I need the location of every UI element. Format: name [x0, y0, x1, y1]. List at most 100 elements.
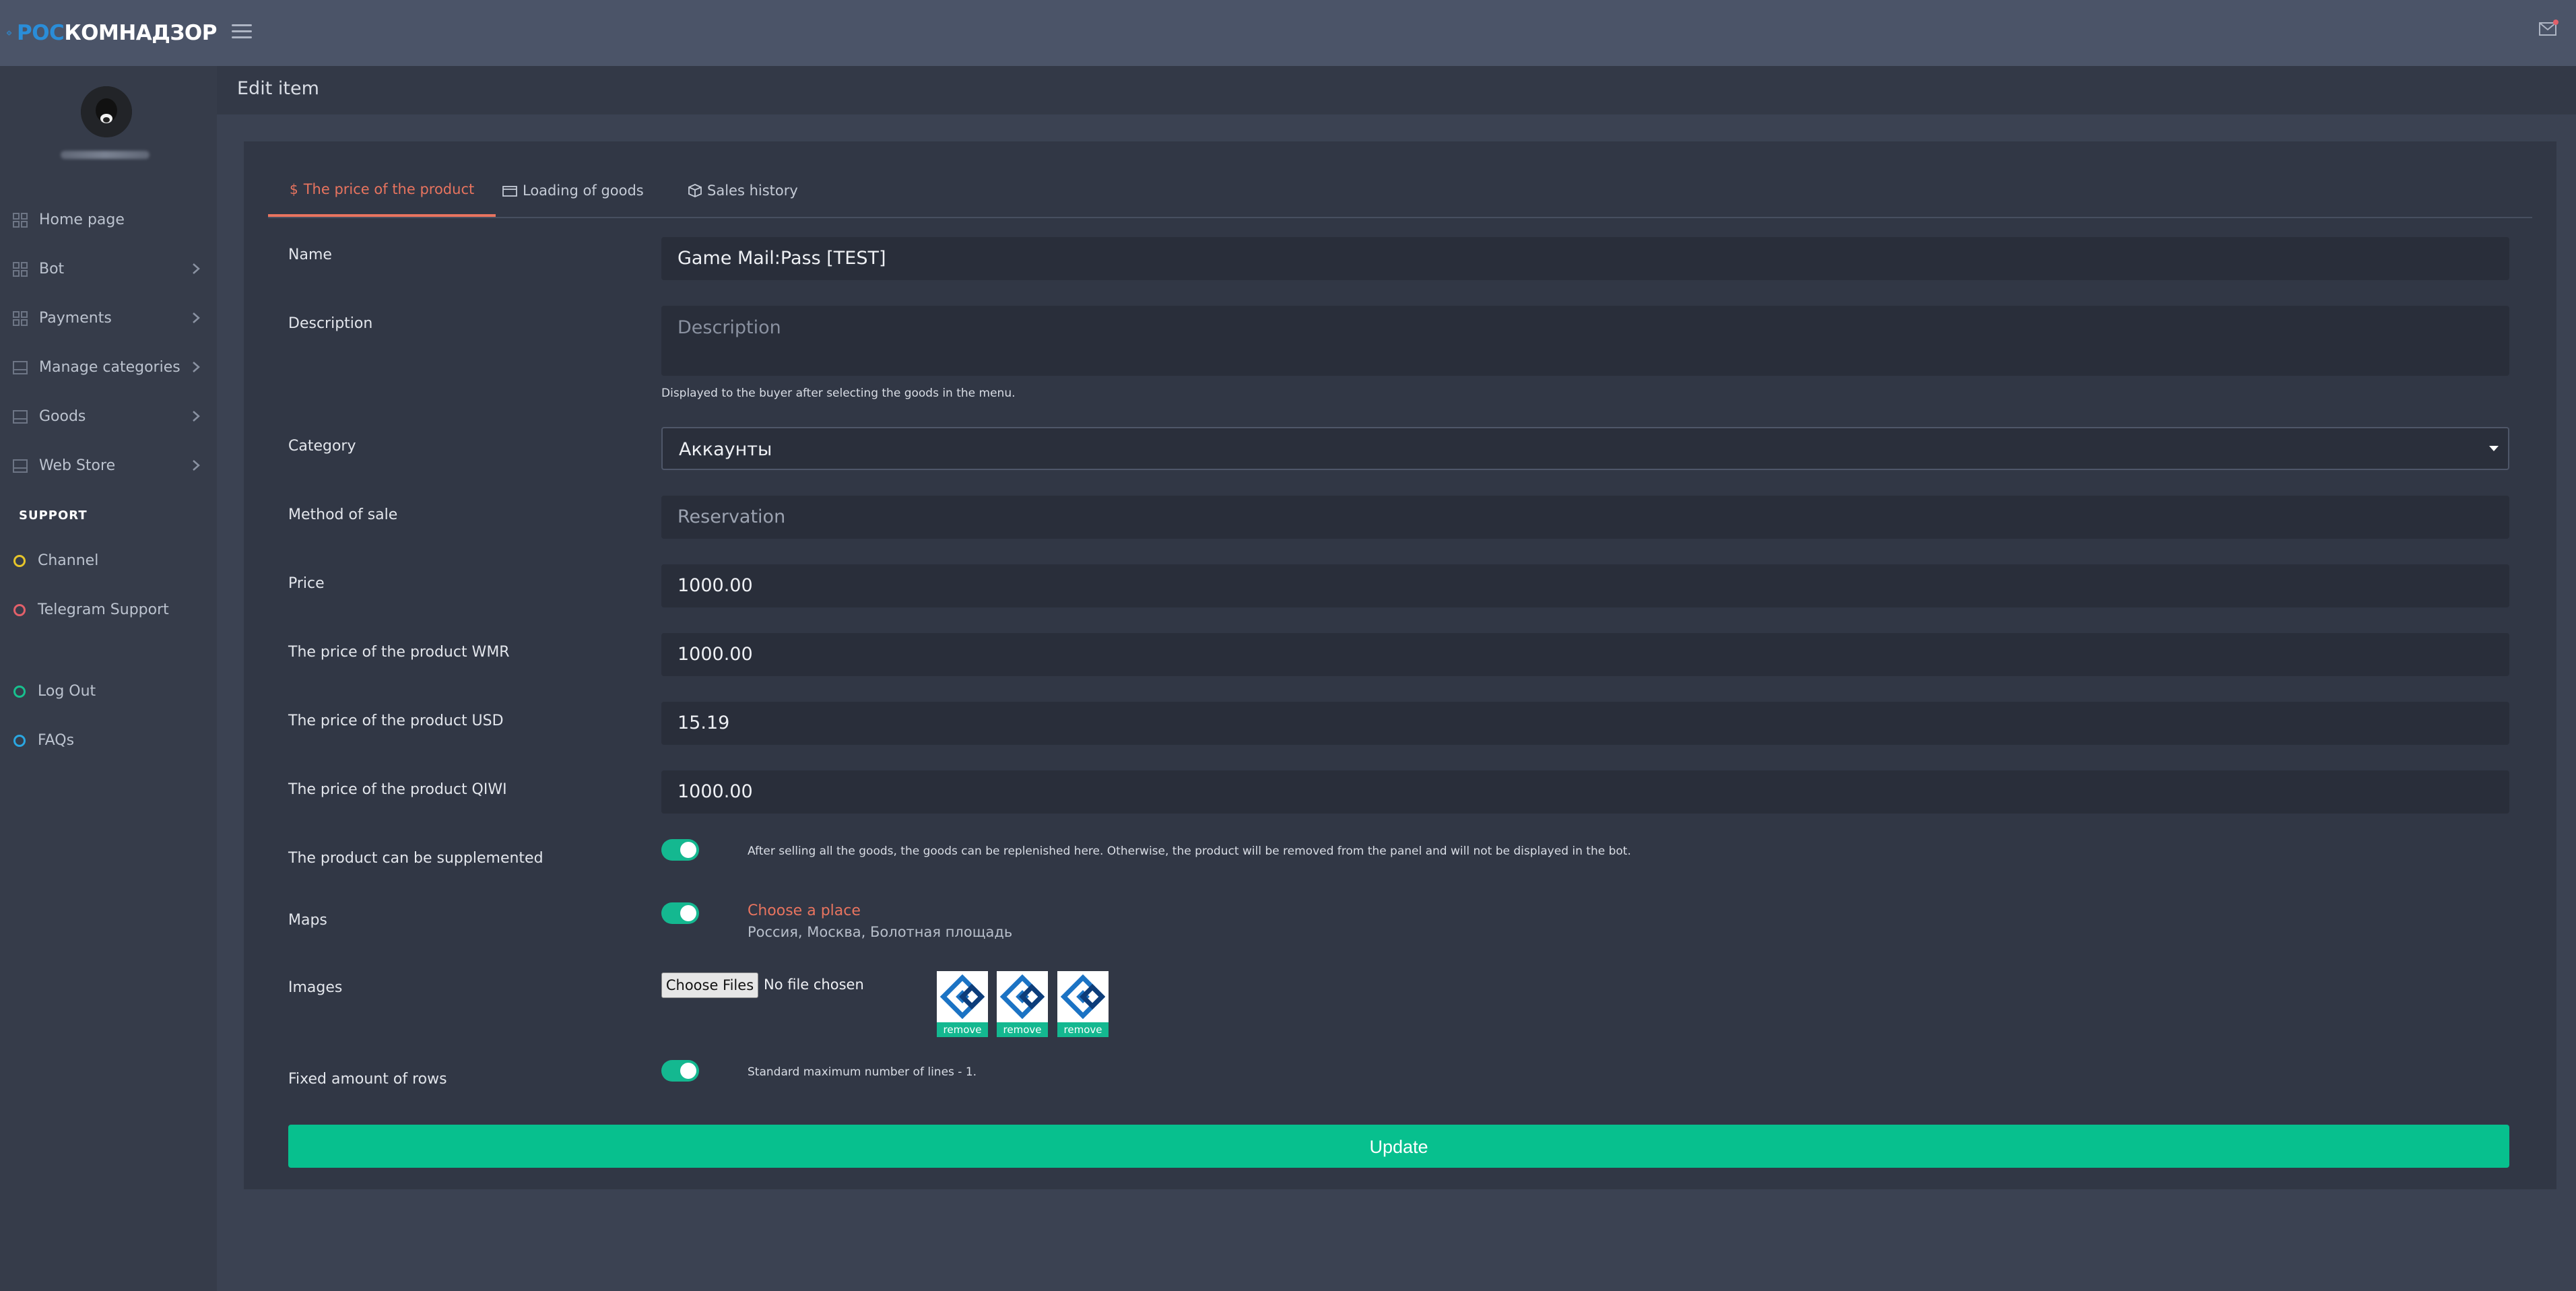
- top-bar: РОСКОМНАДЗОР: [0, 0, 2576, 66]
- sidebar-item-label: Payments: [39, 310, 112, 327]
- logo-mark-icon: [7, 30, 11, 36]
- logo-thumb-icon: [940, 974, 985, 1019]
- sidebar-item-goods[interactable]: Goods: [0, 392, 217, 441]
- sidebar-item-label: FAQs: [38, 732, 75, 749]
- sidebar-nav: Home page Bot Payments Manage categories…: [0, 195, 217, 765]
- price-wmr-label: The price of the product WMR: [288, 644, 510, 661]
- chevron-right-icon: [193, 411, 200, 422]
- ring-icon: [13, 554, 26, 567]
- grid-icon: [13, 310, 28, 326]
- folder-icon: [502, 186, 517, 197]
- map-address: Россия, Москва, Болотная площадь: [748, 924, 1013, 940]
- sidebar-item-log-out[interactable]: Log Out: [0, 667, 217, 716]
- ring-icon: [13, 603, 26, 616]
- description-hint: Displayed to the buyer after selecting t…: [661, 387, 1016, 400]
- sidebar-item-telegram-support[interactable]: Telegram Support: [0, 585, 217, 634]
- sidebar-item-web-store[interactable]: Web Store: [0, 441, 217, 490]
- avatar[interactable]: [81, 86, 132, 137]
- chevron-right-icon: [193, 362, 200, 372]
- choose-place-link[interactable]: Choose a place: [748, 902, 861, 919]
- supplement-hint: After selling all the goods, the goods c…: [748, 845, 1631, 858]
- fixed-rows-label: Fixed amount of rows: [288, 1071, 447, 1088]
- image-thumbnail: remove: [997, 971, 1048, 1037]
- method-field: Reservation: [661, 496, 2509, 539]
- brand-logo[interactable]: РОСКОМНАДЗОР: [0, 0, 217, 66]
- chevron-right-icon: [193, 263, 200, 274]
- tab-price[interactable]: $ The price of the product: [268, 164, 496, 217]
- price-wmr-field[interactable]: 1000.00: [661, 633, 2509, 676]
- description-label: Description: [288, 315, 373, 332]
- support-section-title: SUPPORT: [19, 508, 88, 523]
- page-header: Edit item: [217, 66, 2576, 114]
- ring-icon: [13, 734, 26, 747]
- logo-thumb-icon: [1000, 974, 1045, 1019]
- supplement-toggle[interactable]: [661, 839, 699, 861]
- tab-bar: $ The price of the product Loading of go…: [268, 164, 2532, 218]
- sidebar-item-home[interactable]: Home page: [0, 195, 217, 244]
- tab-loading-goods[interactable]: Loading of goods: [481, 164, 665, 217]
- fixed-rows-toggle[interactable]: [661, 1060, 699, 1082]
- dollar-icon: $: [290, 181, 298, 197]
- sidebar-item-channel[interactable]: Channel: [0, 536, 217, 585]
- maps-label: Maps: [288, 912, 327, 929]
- sidebar-item-bot[interactable]: Bot: [0, 244, 217, 294]
- category-value: Аккаунты: [679, 439, 772, 460]
- username-blurred: [61, 151, 150, 159]
- caret-down-icon: [2489, 446, 2499, 451]
- remove-image-button[interactable]: remove: [937, 1022, 988, 1037]
- name-label: Name: [288, 246, 332, 263]
- sidebar-item-label: Telegram Support: [38, 601, 169, 618]
- price-label: Price: [288, 575, 325, 592]
- sidebar-item-label: Home page: [39, 211, 125, 228]
- edit-item-panel: $ The price of the product Loading of go…: [244, 141, 2556, 1189]
- image-thumbnail: remove: [937, 971, 988, 1037]
- price-usd-label: The price of the product USD: [288, 713, 504, 729]
- page-title: Edit item: [237, 78, 319, 99]
- sidebar-item-label: Goods: [39, 408, 86, 425]
- logo-thumb-icon: [1061, 974, 1105, 1019]
- images-label: Images: [288, 979, 343, 996]
- layout-icon: [13, 459, 28, 473]
- name-field[interactable]: Game Mail:Pass [TEST]: [661, 237, 2509, 280]
- sidebar-item-manage-categories[interactable]: Manage categories: [0, 343, 217, 392]
- sidebar: Home page Bot Payments Manage categories…: [0, 66, 217, 1291]
- sidebar-item-label: Web Store: [39, 457, 116, 474]
- method-label: Method of sale: [288, 506, 398, 523]
- layout-icon: [13, 360, 28, 374]
- update-button[interactable]: Update: [288, 1125, 2509, 1168]
- grid-icon: [13, 212, 28, 228]
- sidebar-item-label: Channel: [38, 552, 99, 569]
- category-label: Category: [288, 438, 356, 455]
- maps-toggle[interactable]: [661, 902, 699, 924]
- tab-label: The price of the product: [303, 181, 475, 197]
- choose-files-button[interactable]: Choose Files: [661, 972, 758, 998]
- category-select[interactable]: Аккаунты: [661, 427, 2509, 470]
- remove-image-button[interactable]: remove: [997, 1022, 1048, 1037]
- remove-image-button[interactable]: remove: [1057, 1022, 1109, 1037]
- description-field[interactable]: [661, 306, 2509, 376]
- grid-icon: [13, 261, 28, 277]
- sidebar-item-faqs[interactable]: FAQs: [0, 716, 217, 765]
- tab-label: Loading of goods: [523, 183, 644, 199]
- file-status: No file chosen: [764, 976, 864, 993]
- price-qiwi-label: The price of the product QIWI: [288, 781, 507, 798]
- fixed-rows-hint: Standard maximum number of lines - 1.: [748, 1065, 977, 1079]
- price-usd-field[interactable]: 15.19: [661, 702, 2509, 745]
- supplement-label: The product can be supplemented: [288, 850, 543, 867]
- price-field[interactable]: 1000.00: [661, 564, 2509, 607]
- sidebar-item-label: Log Out: [38, 683, 96, 700]
- menu-toggle-icon[interactable]: [232, 20, 252, 44]
- tab-sales-history[interactable]: Sales history: [667, 164, 820, 217]
- image-thumbnail: remove: [1057, 971, 1109, 1037]
- brand-name: РОСКОМНАДЗОР: [16, 21, 218, 45]
- sidebar-item-label: Manage categories: [39, 359, 180, 376]
- avatar-image: [81, 86, 132, 137]
- chevron-right-icon: [193, 460, 200, 471]
- price-qiwi-field[interactable]: 1000.00: [661, 770, 2509, 814]
- sidebar-item-payments[interactable]: Payments: [0, 294, 217, 343]
- tab-label: Sales history: [707, 183, 798, 199]
- mail-icon[interactable]: [2538, 19, 2558, 38]
- box-icon: [688, 184, 702, 197]
- ring-icon: [13, 685, 26, 698]
